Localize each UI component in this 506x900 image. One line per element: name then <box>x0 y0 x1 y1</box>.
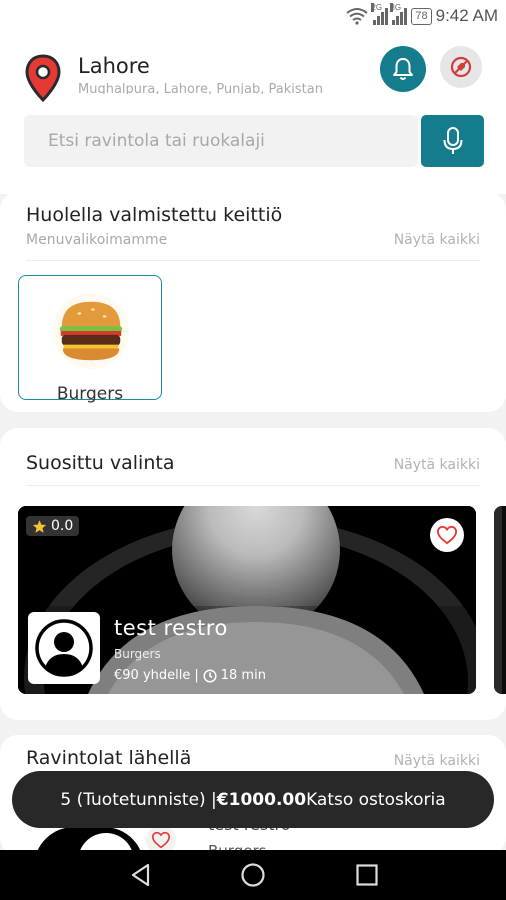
search-field[interactable] <box>24 115 418 167</box>
system-nav-bar <box>0 850 506 900</box>
restaurant-price: €90 yhdelle <box>114 668 191 683</box>
section-divider <box>26 485 480 486</box>
restaurant-logo <box>28 612 100 684</box>
user-avatar-icon <box>35 619 93 677</box>
view-cart-label: Katso ostoskoria <box>306 789 446 810</box>
wifi-icon <box>346 8 368 25</box>
recents-icon[interactable] <box>354 862 380 888</box>
star-icon <box>32 519 47 533</box>
nearby-see-all-link[interactable]: Näytä kaikki <box>394 753 480 769</box>
cart-item-count: 5 (Tuotetunniste) | <box>60 789 217 810</box>
no-tag-icon <box>450 56 472 78</box>
restaurant-meta: €90 yhdelle | 18 min <box>114 668 266 683</box>
heart-icon <box>151 831 171 849</box>
bell-icon <box>393 58 413 80</box>
popular-section: Suosittu valinta Näytä kaikki 0.0 test r… <box>0 428 506 720</box>
voice-search-button[interactable] <box>421 115 484 167</box>
battery-indicator: 78 <box>411 7 432 25</box>
restaurant-cuisine: Burgers <box>114 647 161 661</box>
status-bar: 2G 3G 78 9:42 AM <box>0 0 506 34</box>
cart-total: €1000.00 <box>216 789 307 810</box>
popular-see-all-link[interactable]: Näytä kaikki <box>394 457 480 473</box>
heart-icon <box>436 525 458 545</box>
cuisine-section: Huolella valmistettu keittiö Menuvalikoi… <box>0 192 506 412</box>
cuisine-section-title: Huolella valmistettu keittiö <box>26 204 283 226</box>
nearby-section-title: Ravintolat lähellä <box>26 747 192 769</box>
popular-section-title: Suosittu valinta <box>26 452 175 474</box>
home-icon[interactable] <box>240 862 266 888</box>
delivery-time: 18 min <box>220 668 266 683</box>
rating-badge: 0.0 <box>26 516 80 536</box>
location-city[interactable]: Lahore <box>78 54 150 78</box>
signal-icon: 2G <box>371 3 389 25</box>
back-icon[interactable] <box>128 862 154 888</box>
location-pin-icon[interactable] <box>24 54 62 106</box>
cuisine-section-subtitle: Menuvalikoimamme <box>26 232 168 248</box>
notifications-button[interactable] <box>380 46 426 92</box>
restaurant-card[interactable]: 0.0 test restro Burgers €90 yhdelle | 18… <box>18 506 476 694</box>
meta-separator: | <box>194 668 199 683</box>
signal-icon-2: 3G <box>390 3 408 25</box>
rating-value: 0.0 <box>51 518 74 534</box>
offers-button[interactable] <box>440 46 482 88</box>
card-edge <box>494 506 502 694</box>
view-cart-bar[interactable]: 5 (Tuotetunniste) | €1000.00 Katso ostos… <box>12 771 494 828</box>
restaurant-name: test restro <box>114 616 228 640</box>
category-label: Burgers <box>56 384 124 404</box>
restaurant-card-next[interactable] <box>494 506 506 694</box>
location-address[interactable]: Mughalpura, Lahore, Punjab, Pakistan <box>78 82 373 94</box>
category-tile-burgers[interactable]: Burgers <box>18 275 162 404</box>
search-input[interactable] <box>24 115 418 167</box>
header: Lahore Mughalpura, Lahore, Punjab, Pakis… <box>0 34 506 194</box>
clock-icon <box>203 668 217 683</box>
status-time: 9:42 AM <box>435 6 498 25</box>
favorite-button[interactable] <box>430 518 464 552</box>
burger-image <box>52 292 130 370</box>
microphone-icon <box>443 127 462 154</box>
cuisine-see-all-link[interactable]: Näytä kaikki <box>394 232 480 248</box>
section-divider <box>26 260 480 261</box>
